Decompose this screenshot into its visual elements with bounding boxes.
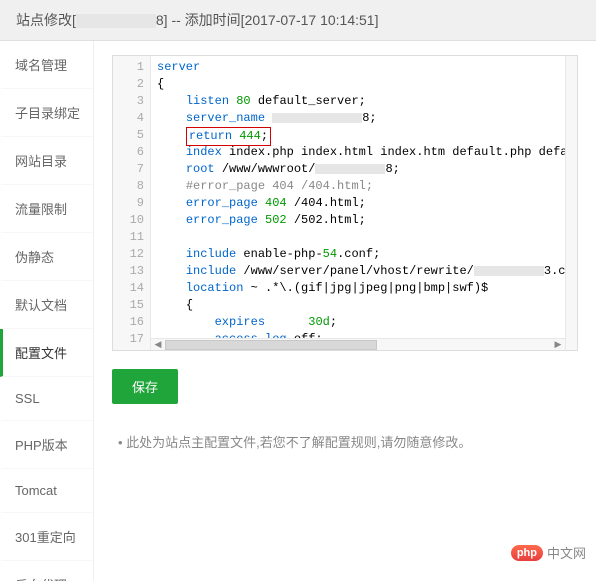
sidebar-item-redirect301[interactable]: 301重定向 [0,513,93,561]
watermark-text: 中文网 [547,543,586,562]
scroll-left-icon[interactable]: ◀ [151,339,165,351]
scroll-right-icon[interactable]: ▶ [551,339,565,351]
header-time-label: 添加时间[ [185,12,245,28]
sidebar: 域名管理 子目录绑定 网站目录 流量限制 伪静态 默认文档 配置文件 SSL P… [0,41,94,581]
sidebar-item-tomcat[interactable]: Tomcat [0,469,93,513]
redacted-servername [272,113,362,123]
sidebar-item-webdir[interactable]: 网站目录 [0,137,93,185]
sidebar-item-subdir[interactable]: 子目录绑定 [0,89,93,137]
sidebar-item-config[interactable]: 配置文件 [0,329,93,377]
header-time-value: 2017-07-17 10:14:51 [245,12,375,28]
code-area[interactable]: server { listen 80 default_server; serve… [151,56,577,350]
save-button[interactable]: 保存 [112,369,178,404]
scroll-thumb[interactable] [165,340,377,350]
scroll-track[interactable] [165,339,551,351]
header-time-close: ] [375,12,379,28]
sidebar-item-default-doc[interactable]: 默认文档 [0,281,93,329]
sidebar-item-rewrite[interactable]: 伪静态 [0,233,93,281]
dialog-header: 站点修改[ 8] -- 添加时间[2017-07-17 10:14:51] [0,0,596,41]
sidebar-item-domain[interactable]: 域名管理 [0,41,93,89]
code-editor[interactable]: 1 2 3 4 5 6 7 8 9 10 11 12 13 14 15 16 1… [112,55,578,351]
header-sep: -- [168,12,185,28]
header-redacted [76,14,156,28]
watermark: php 中文网 [511,543,586,562]
header-redacted-tail: 8] [156,12,168,28]
watermark-badge: php [511,545,543,561]
header-prefix: 站点修改[ [16,12,76,28]
sidebar-item-ssl[interactable]: SSL [0,377,93,421]
sidebar-item-traffic[interactable]: 流量限制 [0,185,93,233]
content-panel: 1 2 3 4 5 6 7 8 9 10 11 12 13 14 15 16 1… [94,41,596,581]
horizontal-scrollbar[interactable]: ◀ ▶ [151,338,565,350]
redacted-root [315,164,385,174]
vertical-scrollbar[interactable] [565,56,577,350]
redacted-rewrite [474,266,544,276]
sidebar-item-proxy[interactable]: 反向代理 [0,561,93,581]
line-gutter: 1 2 3 4 5 6 7 8 9 10 11 12 13 14 15 16 1… [113,56,151,350]
sidebar-item-php[interactable]: PHP版本 [0,421,93,469]
hint-text: 此处为站点主配置文件,若您不了解配置规则,请勿随意修改。 [112,432,578,451]
